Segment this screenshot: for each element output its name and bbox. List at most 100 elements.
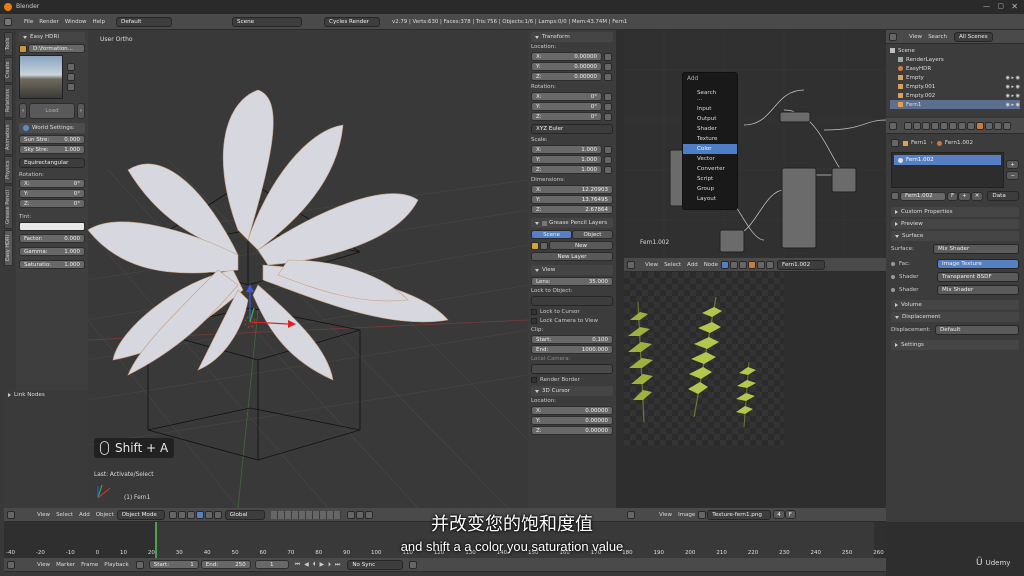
material-tab-icon[interactable]	[976, 121, 984, 130]
shader1-select[interactable]: Transparent BSDF	[937, 272, 1019, 282]
lock-object-field[interactable]	[531, 296, 613, 306]
projection-select[interactable]: Equirectangular	[19, 158, 85, 168]
fac-input-select[interactable]: Image Texture	[937, 259, 1019, 269]
world-settings-header[interactable]: World Settings:	[19, 123, 85, 133]
menu-help[interactable]: Help	[90, 19, 109, 25]
object-tab-icon[interactable]	[940, 121, 948, 130]
dimension-y-field[interactable]: Y: 13.76495	[531, 195, 613, 204]
principled-node[interactable]	[781, 167, 817, 249]
shader-type-icon[interactable]	[721, 260, 730, 269]
outliner-item-empty[interactable]: Empty ◉ ▸ ◉	[890, 73, 1020, 82]
new-material-button[interactable]: +	[958, 191, 971, 201]
sync-mode-select[interactable]: No Sync	[347, 559, 404, 570]
render-tab-icon[interactable]	[904, 121, 912, 130]
add-slot-button[interactable]: +	[1006, 160, 1019, 169]
material-selector[interactable]: Fern1.002	[777, 259, 826, 270]
outliner-menu-view[interactable]: View	[906, 34, 925, 40]
image-editor[interactable]	[624, 272, 886, 508]
tab-grease-pencil[interactable]: Grease Pencil	[4, 185, 13, 229]
rotation-y-field[interactable]: Y: 0°	[531, 102, 602, 111]
physics-tab-icon[interactable]	[1003, 121, 1011, 130]
lock-icon[interactable]	[604, 72, 612, 81]
timeline-menu-frame[interactable]: Frame	[78, 562, 101, 568]
particles-tab-icon[interactable]	[994, 121, 1002, 130]
gp-new-button[interactable]: New	[549, 241, 613, 250]
add-menu-texture[interactable]: Texture	[683, 134, 737, 144]
add-menu-group[interactable]: Group	[683, 184, 737, 194]
node-menu-select[interactable]: Select	[661, 262, 684, 268]
folder-icon[interactable]	[19, 44, 27, 53]
render-engine-select[interactable]: Cycles Render	[324, 16, 381, 27]
dimension-x-field[interactable]: X: 12.20903	[531, 185, 613, 194]
constraints-tab-icon[interactable]	[949, 121, 957, 130]
image-node[interactable]	[719, 229, 745, 253]
material-name-field[interactable]: Fern1.002	[900, 191, 946, 201]
rotation-z-field[interactable]: Z: 0°	[19, 199, 85, 208]
image-browse-icon[interactable]	[67, 73, 75, 81]
scale-z-field[interactable]: Z: 1.000	[531, 165, 602, 174]
window-minimize-icon[interactable]: —	[983, 2, 990, 10]
tab-physics[interactable]: Physics	[4, 156, 13, 184]
add-menu-shader[interactable]: Shader	[683, 124, 737, 134]
editor-type-icon[interactable]	[7, 560, 15, 569]
custom-properties-header[interactable]: Custom Properties	[891, 207, 1019, 217]
link-data-select[interactable]: Data	[987, 191, 1019, 201]
viewport-canvas[interactable]	[88, 30, 528, 508]
region-divider[interactable]	[616, 30, 624, 508]
displacement-header[interactable]: Displacement	[891, 312, 1019, 322]
volume-header[interactable]: Volume	[891, 300, 1019, 310]
outliner-item-easyhdr[interactable]: EasyHDR	[890, 64, 1020, 73]
node-menu-add[interactable]: Add	[684, 262, 701, 268]
y-gizmo-arrow[interactable]	[249, 307, 255, 323]
node-menu-node[interactable]: Node	[701, 262, 721, 268]
hdri-preview-thumbnail[interactable]	[19, 55, 63, 99]
outliner-item-renderlayers[interactable]: RenderLayers	[890, 55, 1020, 64]
lock-icon[interactable]	[604, 102, 612, 111]
texture-tab-icon[interactable]	[985, 121, 993, 130]
menu-file[interactable]: File	[21, 19, 36, 25]
editor-type-icon[interactable]	[627, 260, 635, 269]
window-close-icon[interactable]: ✕	[1011, 2, 1018, 11]
z-gizmo-head[interactable]	[246, 284, 254, 292]
pin-icon[interactable]	[757, 260, 766, 269]
easy-hdri-panel-header[interactable]: Easy HDRI	[19, 32, 85, 42]
tint-color-swatch[interactable]	[19, 222, 85, 231]
menu-render[interactable]: Render	[36, 19, 62, 25]
browse-icon[interactable]	[766, 260, 775, 269]
lock-icon[interactable]	[604, 52, 612, 61]
factor-field[interactable]: Factor: 0.000	[19, 234, 85, 243]
current-frame-field[interactable]: 1	[254, 560, 289, 569]
fake-user-button[interactable]: F	[947, 191, 959, 201]
clip-end-field[interactable]: End: 1000.000	[531, 345, 613, 354]
surface-shader-select[interactable]: Mix Shader	[933, 244, 1019, 254]
object-icon[interactable]	[730, 260, 739, 269]
sun-strength-field[interactable]: Sun Stre: 0.000	[19, 135, 85, 144]
tab-easy-hdri[interactable]: Easy HDRI	[4, 230, 13, 266]
lock-cursor-checkbox[interactable]	[531, 309, 537, 315]
add-menu-color[interactable]: Color	[683, 144, 737, 154]
lock-icon[interactable]	[604, 112, 612, 121]
node-editor[interactable]: Fern1.002	[624, 30, 886, 258]
prev-hdri-button[interactable]: ‹	[19, 103, 27, 119]
material-slot-item[interactable]: Fern1.002	[894, 155, 1002, 165]
lock-icon[interactable]	[604, 155, 612, 164]
view-header[interactable]: View	[531, 265, 613, 275]
link-nodes-header[interactable]: Link Nodes	[4, 390, 88, 400]
modifiers-tab-icon[interactable]	[958, 121, 966, 130]
playback-controls[interactable]: ⏮ ◀ ⏴ ▶ ⏵ ⏭	[295, 561, 342, 569]
location-y-field[interactable]: Y: 0.00000	[531, 62, 602, 71]
lock-icon[interactable]	[604, 62, 612, 71]
timeline-menu-marker[interactable]: Marker	[53, 562, 78, 568]
gp-object-button[interactable]: Object	[572, 230, 613, 239]
transform-header[interactable]: Transform	[531, 32, 613, 42]
material-slot-list[interactable]: Fern1.002	[891, 152, 1005, 188]
start-frame-field[interactable]: Start: 1	[148, 560, 199, 569]
cursor-z-field[interactable]: Z: 0.00000	[531, 426, 613, 435]
rotation-mode-select[interactable]: XYZ Euler	[531, 124, 613, 134]
tab-tools[interactable]: Tools	[4, 32, 13, 56]
load-button[interactable]: Load	[29, 103, 75, 119]
window-maximize-icon[interactable]: ▢	[997, 2, 1004, 10]
settings-icon[interactable]	[67, 83, 75, 91]
hdri-path-field[interactable]: D:\formation...	[28, 44, 85, 53]
sky-strength-field[interactable]: Sky Stre: 1.000	[19, 145, 85, 154]
